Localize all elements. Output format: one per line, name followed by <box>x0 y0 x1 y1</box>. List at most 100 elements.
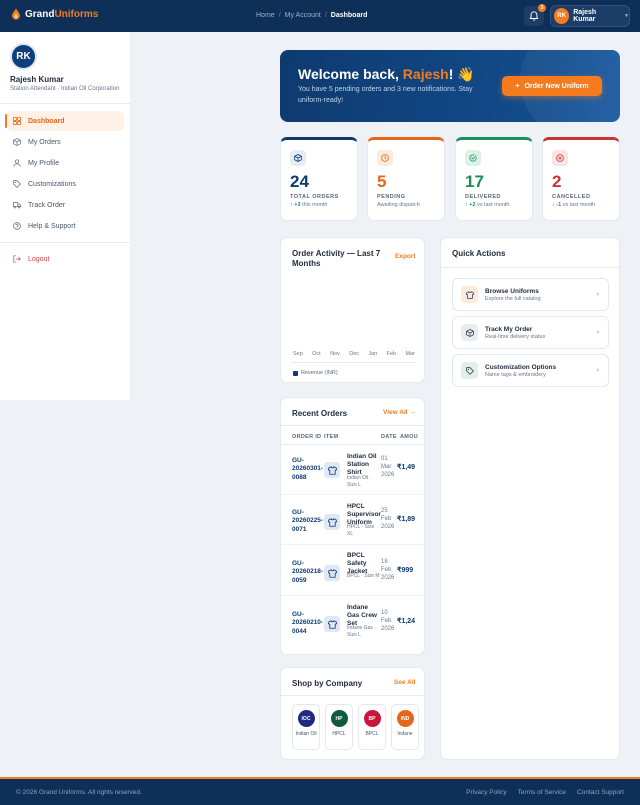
chevron-down-icon: ▼ <box>624 13 629 19</box>
stat-card-pending[interactable]: 5 PENDING Awaiting dispatch <box>367 137 445 221</box>
quick-action-browse-uniforms[interactable]: Browse Uniforms Explore the full catalog… <box>452 278 609 311</box>
sidebar-nav: Dashboard My Orders My Profile Customiza… <box>0 104 130 269</box>
box-icon <box>290 150 306 166</box>
shop-by-company-card: Shop by Company See All IOC Indian Oil H… <box>280 667 425 760</box>
month-label: Sep <box>293 351 303 357</box>
notifications-button[interactable]: 3 <box>524 4 546 26</box>
sidebar-divider <box>0 242 130 243</box>
chevron-right-icon: › <box>596 367 599 374</box>
tag-icon <box>461 362 478 379</box>
sidebar-item-label: Customizations <box>28 180 76 188</box>
sidebar-item-my-orders[interactable]: My Orders <box>6 132 124 152</box>
breadcrumb-separator: / <box>278 12 281 19</box>
breadcrumb-my-account[interactable]: My Account <box>285 12 321 19</box>
sidebar-item-my-profile[interactable]: My Profile <box>6 153 124 173</box>
stat-card-cancelled[interactable]: 2 CANCELLED ↓ -1 vs last month <box>542 137 620 221</box>
shirt-icon <box>324 616 340 632</box>
shirt-icon <box>461 286 478 303</box>
profile-role: Station Attendant · Indian Oil Corporati… <box>10 86 120 92</box>
month-label: Feb <box>386 351 397 357</box>
row-divider <box>281 494 424 495</box>
sidebar-item-customizations[interactable]: Customizations <box>6 174 124 194</box>
month-label: Mar <box>405 351 415 357</box>
sidebar-item-dashboard[interactable]: Dashboard <box>5 111 124 131</box>
order-id[interactable]: GU-20260225-0071 <box>292 509 323 534</box>
company-logo: BP <box>363 710 381 727</box>
brand-logo[interactable]: GrandUniforms <box>12 8 98 20</box>
shirt-icon <box>324 514 340 530</box>
stat-label: CANCELLED <box>552 194 591 200</box>
tag-icon <box>13 180 21 188</box>
stat-card-total-orders[interactable]: 24 TOTAL ORDERS ↑ +3 this month <box>280 137 358 221</box>
month-label: Dec <box>349 351 359 357</box>
welcome-subtitle: You have 5 pending orders and 3 new noti… <box>298 86 473 104</box>
plus-icon: + <box>515 82 520 90</box>
footer-link-contact[interactable]: Contact Support <box>577 789 624 796</box>
quick-actions-card: Quick Actions Browse Uniforms Explore th… <box>440 237 620 760</box>
order-amount: ₹999 <box>397 567 414 574</box>
sidebar-profile: RK Rajesh Kumar Station Attendant · Indi… <box>0 32 130 104</box>
chart-legend: Revenue (INR) <box>293 370 338 376</box>
recent-orders-card: Recent Orders View All → ORDER ID ITEM D… <box>280 397 425 655</box>
user-icon <box>13 159 21 167</box>
chart-divider <box>292 362 416 363</box>
quick-action-title: Track My Order <box>485 325 533 333</box>
profile-name: Rajesh Kumar <box>10 75 64 84</box>
quick-action-title: Customization Options <box>485 363 557 371</box>
notification-count-badge: 3 <box>538 4 546 12</box>
see-all-companies-link[interactable]: See All <box>394 679 415 686</box>
bell-icon <box>529 11 539 21</box>
stat-subtext: ↑ +2 vs last month <box>465 202 510 208</box>
company-tile-hpcl[interactable]: HP HPCL <box>325 704 353 750</box>
footer-copyright: © 2026 Grand Uniforms. All rights reserv… <box>16 789 142 796</box>
user-menu-button[interactable]: RK Rajesh Kumar ▼ <box>550 5 630 27</box>
stat-label: DELIVERED <box>465 194 501 200</box>
order-new-uniform-button[interactable]: + Order New Uniform <box>502 76 602 96</box>
column-header: AMOU <box>400 434 419 440</box>
shop-by-company-title: Shop by Company <box>292 679 363 688</box>
sidebar: RK Rajesh Kumar Station Attendant · Indi… <box>0 32 130 400</box>
order-date: 25 Feb 2026 <box>381 508 395 530</box>
quick-action-subtitle: Name tags & embroidery <box>485 371 546 378</box>
company-logo: IOC <box>297 710 315 727</box>
dashboard-icon <box>13 117 21 125</box>
sidebar-item-track-order[interactable]: Track Order <box>6 195 124 215</box>
company-tile-bpcl[interactable]: BP BPCL <box>358 704 386 750</box>
order-amount: ₹1,24 <box>397 618 416 625</box>
breadcrumb-current: Dashboard <box>330 12 368 19</box>
chart-x-axis: Sep Oct Nov Dec Jan Feb Mar <box>293 351 415 357</box>
welcome-title: Welcome back, Rajesh! 👋 <box>298 66 475 82</box>
company-tile-indane[interactable]: IND Indane <box>391 704 419 750</box>
breadcrumb-home[interactable]: Home <box>256 12 275 19</box>
quick-action-track-order[interactable]: Track My Order Real-time delivery status… <box>452 316 609 349</box>
export-button[interactable]: Export <box>395 253 416 260</box>
user-name: Rajesh Kumar <box>573 9 597 23</box>
item-meta: HPCL · Size XL <box>347 524 375 537</box>
check-circle-icon <box>465 150 481 166</box>
sidebar-item-label: My Orders <box>28 138 61 146</box>
stat-card-delivered[interactable]: 17 DELIVERED ↑ +2 vs last month <box>455 137 533 221</box>
order-id[interactable]: GU-20260218-0059 <box>292 560 323 585</box>
stat-subtext: ↓ -1 vs last month <box>552 202 596 208</box>
sidebar-item-help-support[interactable]: Help & Support <box>6 216 124 236</box>
clock-icon <box>377 150 393 166</box>
stat-subtext: Awaiting dispatch <box>377 202 420 208</box>
order-id[interactable]: GU-20260301-0088 <box>292 457 323 482</box>
footer-link-terms[interactable]: Terms of Service <box>518 789 566 796</box>
stat-value: 5 <box>377 172 387 191</box>
table-header-divider <box>281 444 424 445</box>
company-tile-indian-oil[interactable]: IOC Indian Oil <box>292 704 320 750</box>
welcome-banner: Welcome back, Rajesh! 👋 You have 5 pendi… <box>280 50 620 122</box>
logout-button[interactable]: Logout <box>6 249 124 269</box>
view-all-orders-link[interactable]: View All → <box>383 409 416 416</box>
footer: © 2026 Grand Uniforms. All rights reserv… <box>0 777 640 805</box>
logout-icon <box>13 255 21 263</box>
quick-action-subtitle: Real-time delivery status <box>485 333 546 340</box>
logout-label: Logout <box>28 255 50 263</box>
box-icon <box>13 138 21 146</box>
card-divider <box>281 695 424 696</box>
avatar: RK <box>554 8 570 24</box>
footer-link-privacy[interactable]: Privacy Policy <box>466 789 506 796</box>
quick-action-customization-options[interactable]: Customization Options Name tags & embroi… <box>452 354 609 387</box>
order-id[interactable]: GU-20260210-0044 <box>292 611 323 636</box>
